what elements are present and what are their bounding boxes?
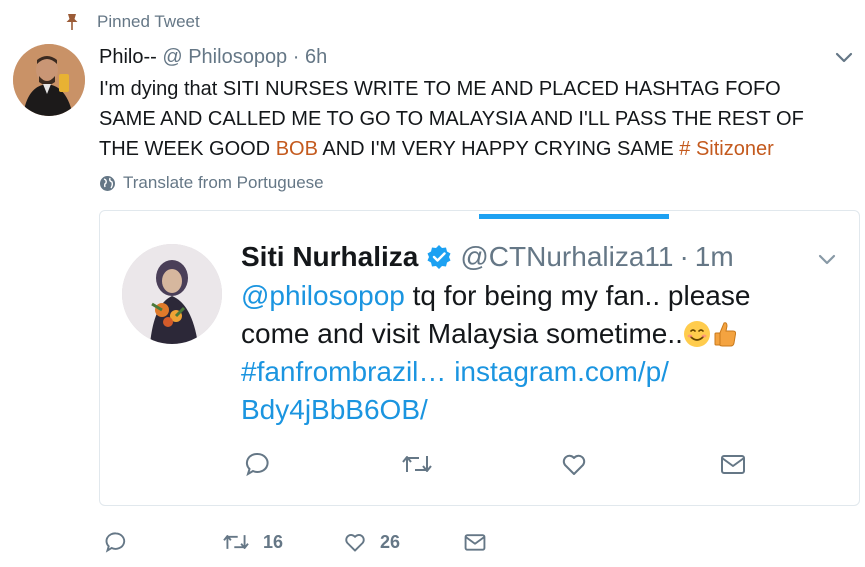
retweet-count: 16 — [263, 531, 284, 552]
retweet-button[interactable]: 16 — [221, 530, 283, 554]
tweet-timestamp[interactable]: 6h — [305, 46, 327, 68]
retweet-icon — [223, 535, 249, 549]
globe-icon — [100, 175, 115, 191]
like-count: 26 — [380, 531, 401, 552]
quoted-reply-button[interactable] — [244, 450, 272, 478]
smiling-face-emoji — [683, 321, 710, 347]
hashtag-fanfrombrazil[interactable]: #fanfrombrazil… — [241, 356, 446, 387]
chevron-down-icon[interactable] — [816, 248, 838, 270]
author-handle[interactable]: @ Philosopop — [162, 46, 287, 68]
quoted-author-avatar[interactable] — [122, 244, 222, 344]
separator-dot: · — [292, 46, 300, 68]
quoted-tweet-text: @philosopop tq for being my fan.. please… — [241, 277, 821, 429]
envelope-icon — [464, 534, 486, 551]
quoted-tweet-accent-bar — [479, 214, 669, 219]
like-button[interactable]: 26 — [342, 530, 400, 554]
verified-badge-icon — [427, 245, 451, 269]
pinned-tweet-indicator: Pinned Tweet — [62, 12, 200, 32]
quoted-separator-dot: · — [679, 241, 689, 272]
heart-icon — [345, 534, 365, 552]
tweet-text: I'm dying that SITI NURSES WRITE TO ME A… — [99, 74, 839, 164]
translate-link[interactable]: Translate from Portuguese — [99, 173, 324, 193]
pin-icon — [66, 14, 78, 30]
tweet-text-highlight-bob[interactable]: BOB — [276, 138, 318, 160]
quoted-dm-button[interactable] — [719, 450, 747, 478]
quoted-author-display-name[interactable]: Siti Nurhaliza — [241, 238, 418, 276]
thumbs-up-emoji — [714, 322, 737, 347]
instagram-link-part1[interactable]: instagram.com/p/ — [454, 356, 669, 387]
tweet-header: Philo-- @ Philosopop · 6h — [99, 44, 327, 70]
quoted-tweet-timestamp[interactable]: 1m — [695, 238, 734, 276]
quoted-tweet-header: Siti Nurhaliza @CTNurhaliza11 · 1m — [241, 238, 734, 276]
reply-icon — [245, 452, 269, 477]
translate-label: Translate from Portuguese — [123, 173, 324, 192]
heart-icon — [562, 454, 586, 475]
tweet-text-part2: AND I'M VERY HAPPY CRYING SAME — [317, 138, 680, 160]
dm-button[interactable] — [462, 530, 488, 554]
quoted-mention-link[interactable]: @philosopop — [241, 280, 405, 311]
envelope-icon — [721, 455, 745, 474]
chevron-down-icon[interactable] — [833, 46, 855, 68]
tweet-hashtag-sitizoner[interactable]: # Sitizoner — [679, 138, 774, 160]
reply-button[interactable] — [104, 530, 128, 554]
author-display-name[interactable]: Philo-- — [99, 46, 157, 68]
instagram-link-part2[interactable]: Bdy4jBbB6OB/ — [241, 394, 428, 425]
quoted-retweet-button[interactable] — [400, 450, 434, 478]
reply-icon — [105, 532, 126, 553]
author-avatar[interactable] — [13, 44, 85, 116]
retweet-icon — [402, 456, 432, 472]
quoted-like-button[interactable] — [560, 450, 588, 478]
pinned-tweet-label: Pinned Tweet — [97, 12, 200, 31]
quoted-author-handle[interactable]: @CTNurhaliza11 — [460, 238, 673, 276]
